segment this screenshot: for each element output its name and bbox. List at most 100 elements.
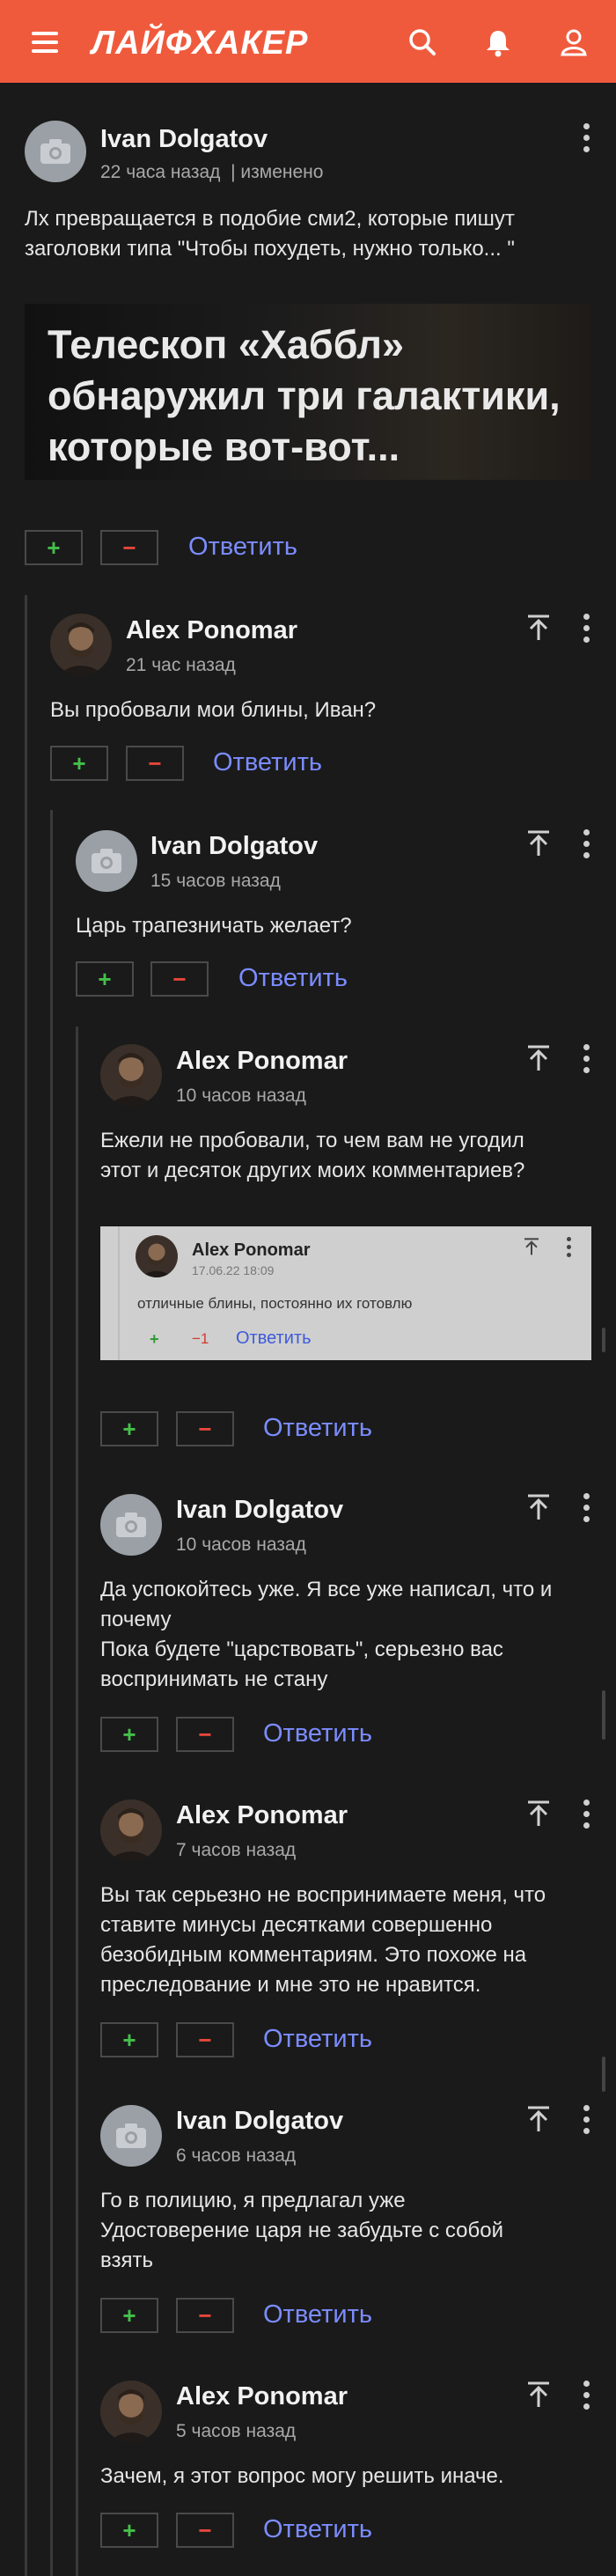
- upvote-button[interactable]: +: [25, 530, 83, 565]
- more-options-icon[interactable]: [583, 2381, 590, 2415]
- upvote-button[interactable]: +: [100, 2298, 158, 2333]
- reply-button[interactable]: Ответить: [188, 533, 297, 562]
- comment-author[interactable]: Ivan Dolgatov: [150, 832, 318, 861]
- avatar: [136, 1235, 178, 1277]
- embed-upvote: +: [150, 1330, 159, 1348]
- comment-time: 5 часов назад: [176, 2421, 297, 2441]
- scrollbar[interactable]: [602, 1328, 605, 1352]
- go-to-parent-icon[interactable]: [525, 1800, 552, 1828]
- bell-icon[interactable]: [482, 26, 514, 58]
- embedded-screenshot: Alex Ponomar 17.06.22 18:09 отличные бли…: [100, 1226, 591, 1360]
- comment-text: Го в полицию, я предлагал уже Удостоверен…: [100, 2189, 504, 2272]
- avatar[interactable]: [100, 1044, 162, 1106]
- site-logo[interactable]: ЛАЙФХАКЕР: [92, 25, 308, 63]
- embed-text: отличные блины, постоянно их готовлю: [137, 1295, 413, 1312]
- more-options-icon[interactable]: [583, 123, 590, 158]
- upvote-button[interactable]: +: [100, 1411, 158, 1446]
- comment-author[interactable]: Alex Ponomar: [176, 1801, 348, 1830]
- downvote-button[interactable]: −: [100, 530, 158, 565]
- thread-line: [50, 810, 53, 2576]
- comment-text: Лх превращается в подобие сми2, которые …: [25, 207, 515, 261]
- camera-icon: [116, 1512, 146, 1537]
- comment-author[interactable]: Alex Ponomar: [176, 1047, 348, 1076]
- comment-author[interactable]: Alex Ponomar: [126, 616, 297, 645]
- more-options-icon[interactable]: [583, 1493, 590, 1527]
- reply-button[interactable]: Ответить: [263, 1719, 372, 1748]
- downvote-button[interactable]: −: [176, 1411, 234, 1446]
- upvote-button[interactable]: +: [100, 2022, 158, 2057]
- comment-author[interactable]: Alex Ponomar: [176, 2382, 348, 2411]
- thread-line: [76, 1027, 78, 2576]
- reply-button[interactable]: Ответить: [263, 2025, 372, 2054]
- top-bar: ЛАЙФХАКЕР: [0, 0, 616, 83]
- downvote-button[interactable]: −: [176, 1717, 234, 1752]
- thread-line: [25, 595, 27, 2576]
- comment-text: Зачем, я этот вопрос могу решить иначе.: [100, 2464, 504, 2488]
- go-to-parent-icon[interactable]: [525, 1493, 552, 1521]
- upvote-button[interactable]: +: [100, 2513, 158, 2548]
- thread-line: [118, 1226, 120, 1360]
- scrollbar[interactable]: [602, 1690, 605, 1740]
- comment-author[interactable]: Ivan Dolgatov: [176, 1496, 343, 1525]
- reply-button[interactable]: Ответить: [213, 748, 322, 777]
- avatar[interactable]: [100, 2381, 162, 2442]
- downvote-button[interactable]: −: [176, 2298, 234, 2333]
- go-to-parent-icon[interactable]: [525, 2105, 552, 2133]
- downvote-button[interactable]: −: [150, 961, 209, 997]
- comment-time: 21 час назад: [126, 655, 236, 675]
- more-options-icon[interactable]: [583, 1044, 590, 1078]
- comment-time: 7 часов назад: [176, 1840, 297, 1860]
- reply-button[interactable]: Ответить: [238, 964, 348, 993]
- more-options-icon: [567, 1237, 571, 1261]
- comment-time: 10 часов назад: [176, 1086, 306, 1106]
- user-icon[interactable]: [558, 26, 590, 58]
- more-options-icon[interactable]: [583, 1800, 590, 1834]
- camera-icon: [40, 139, 70, 164]
- go-to-parent-icon[interactable]: [525, 1044, 552, 1072]
- more-options-icon[interactable]: [583, 2105, 590, 2139]
- downvote-button[interactable]: −: [176, 2513, 234, 2548]
- more-options-icon[interactable]: [583, 829, 590, 864]
- comment-text: Вы так серьезно не воспринимаете меня, ч…: [100, 1883, 546, 1997]
- avatar[interactable]: [50, 614, 112, 675]
- comment-time: 15 часов назад: [150, 871, 281, 891]
- embed-reply: Ответить: [236, 1328, 312, 1348]
- embed-score: −1: [192, 1330, 209, 1347]
- reply-button[interactable]: Ответить: [263, 1414, 372, 1443]
- upvote-button[interactable]: +: [100, 1717, 158, 1752]
- search-icon[interactable]: [407, 26, 438, 58]
- avatar[interactable]: [25, 121, 86, 182]
- link-preview-title: Телескоп «Хаббл» обнаружил три галактики…: [48, 322, 561, 469]
- comment-text: Да успокойтесь уже. Я все уже написал, ч…: [100, 1578, 553, 1691]
- comment-author[interactable]: Ivan Dolgatov: [100, 125, 268, 154]
- upvote-button[interactable]: +: [50, 746, 108, 781]
- camera-icon: [92, 849, 121, 873]
- embed-author: Alex Ponomar: [192, 1240, 311, 1260]
- avatar[interactable]: [100, 1800, 162, 1861]
- menu-icon[interactable]: [32, 32, 58, 58]
- comment-text: Царь трапезничать желает?: [76, 914, 352, 938]
- upvote-button[interactable]: +: [76, 961, 134, 997]
- downvote-button[interactable]: −: [126, 746, 184, 781]
- avatar[interactable]: [100, 1494, 162, 1556]
- go-to-parent-icon[interactable]: [525, 614, 552, 642]
- comment-author[interactable]: Ivan Dolgatov: [176, 2107, 343, 2136]
- comment-time: 22 часа назад | изменено: [100, 162, 324, 182]
- downvote-button[interactable]: −: [176, 2022, 234, 2057]
- more-options-icon[interactable]: [583, 614, 590, 648]
- scrollbar[interactable]: [602, 2057, 605, 2092]
- embed-date: 17.06.22 18:09: [192, 1263, 275, 1277]
- go-to-parent-icon[interactable]: [525, 2381, 552, 2409]
- avatar[interactable]: [100, 2105, 162, 2167]
- comment-time: 6 часов назад: [176, 2145, 297, 2166]
- reply-button[interactable]: Ответить: [263, 2515, 372, 2544]
- link-preview-banner[interactable]: Телескоп «Хаббл» обнаружил три галактики…: [25, 304, 591, 480]
- comment-text: Вы пробовали мои блины, Иван?: [50, 698, 377, 722]
- avatar[interactable]: [76, 830, 137, 892]
- comment-text: Ежели не пробовали, то чем вам не угодил…: [100, 1129, 525, 1182]
- go-to-parent-icon[interactable]: [525, 829, 552, 857]
- comment-time: 10 часов назад: [176, 1535, 306, 1555]
- reply-button[interactable]: Ответить: [263, 2300, 372, 2329]
- camera-icon: [116, 2123, 146, 2148]
- go-to-parent-icon: [524, 1238, 539, 1255]
